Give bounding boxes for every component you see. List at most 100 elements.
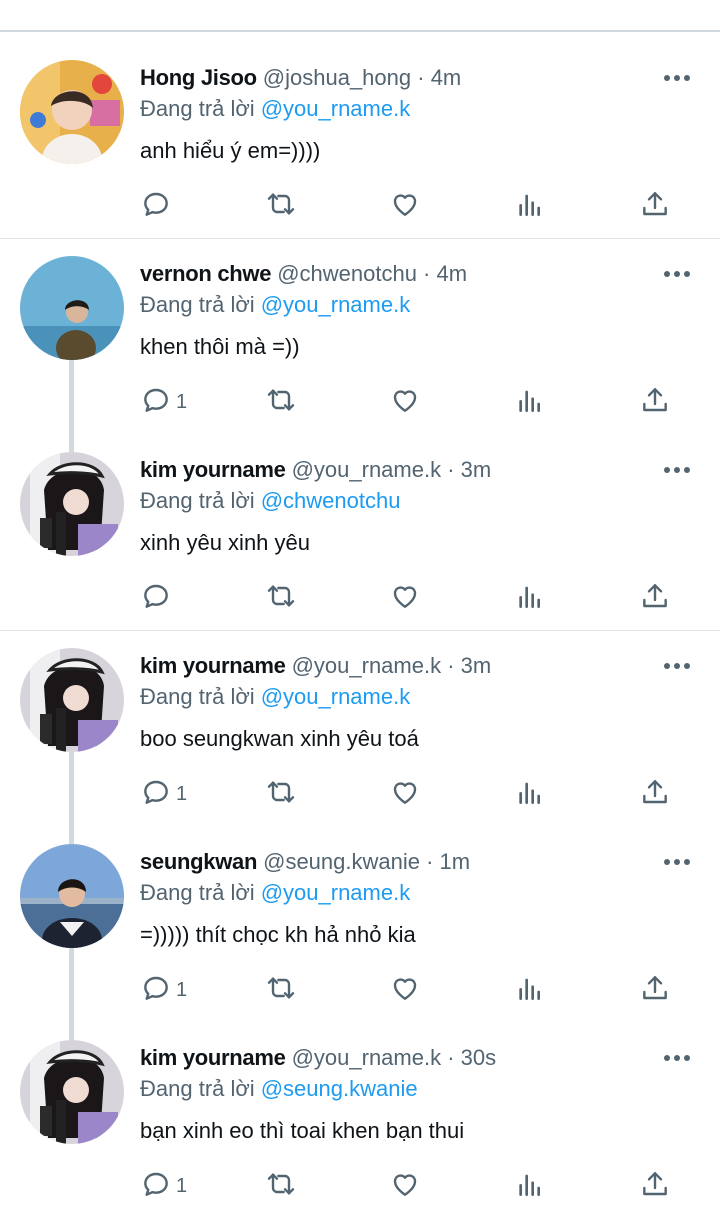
- like-button[interactable]: [389, 774, 421, 814]
- tweet-header: kim yourname @you_rname.k · 3m: [140, 455, 491, 485]
- tweet-divider: [0, 630, 720, 631]
- display-name[interactable]: kim yourname: [140, 653, 286, 678]
- user-handle[interactable]: @joshua_hong: [263, 65, 411, 90]
- mention-link[interactable]: @you_rname.k: [261, 292, 411, 317]
- separator-dot: ·: [411, 65, 431, 90]
- bar-chart-icon: [514, 384, 546, 421]
- share-button[interactable]: [639, 1166, 671, 1206]
- more-options-icon[interactable]: [664, 71, 692, 85]
- views-button[interactable]: [514, 970, 546, 1010]
- mention-link[interactable]: @you_rname.k: [261, 96, 411, 121]
- reply-icon: [140, 776, 172, 813]
- reply-count: 1: [176, 390, 188, 413]
- reply-button[interactable]: [140, 186, 176, 226]
- views-button[interactable]: [514, 578, 546, 618]
- like-button[interactable]: [389, 186, 421, 226]
- tweet-actions: 1: [0, 382, 720, 422]
- share-button[interactable]: [639, 382, 671, 422]
- tweet-text: anh hiểu ý em=)))): [140, 138, 321, 163]
- share-button[interactable]: [639, 774, 671, 814]
- retweet-icon: [265, 188, 297, 225]
- mention-link[interactable]: @seung.kwanie: [261, 1076, 418, 1101]
- reply-icon: [140, 384, 172, 421]
- tweet-actions: 1: [0, 970, 720, 1010]
- timestamp[interactable]: 4m: [437, 261, 468, 286]
- reply-button[interactable]: [140, 578, 176, 618]
- replying-to-label: Đang trả lời: [140, 684, 255, 709]
- bar-chart-icon: [514, 580, 546, 617]
- more-options-icon[interactable]: [664, 463, 692, 477]
- views-button[interactable]: [514, 1166, 546, 1206]
- retweet-button[interactable]: [265, 578, 297, 618]
- timestamp[interactable]: 3m: [461, 653, 492, 678]
- reply-button[interactable]: 1: [140, 382, 187, 422]
- heart-icon: [389, 1168, 421, 1205]
- user-handle[interactable]: @seung.kwanie: [263, 849, 420, 874]
- tweet-actions: 1: [0, 774, 720, 814]
- views-button[interactable]: [514, 382, 546, 422]
- tweet-header: kim yourname @you_rname.k · 30s: [140, 1043, 496, 1073]
- more-options-icon[interactable]: [664, 659, 692, 673]
- separator-dot: ·: [441, 653, 461, 678]
- reply-button[interactable]: 1: [140, 774, 187, 814]
- views-button[interactable]: [514, 186, 546, 226]
- tweet-text: bạn xinh eo thì toai khen bạn thui: [140, 1118, 465, 1143]
- replying-to-label: Đang trả lời: [140, 292, 255, 317]
- replying-to: Đang trả lời @you_rname.k: [140, 682, 410, 712]
- reply-button[interactable]: 1: [140, 970, 187, 1010]
- like-button[interactable]: [389, 382, 421, 422]
- user-handle[interactable]: @you_rname.k: [292, 653, 442, 678]
- avatar[interactable]: [20, 452, 124, 556]
- share-button[interactable]: [639, 970, 671, 1010]
- retweet-button[interactable]: [265, 186, 297, 226]
- share-icon: [639, 188, 671, 225]
- more-options-icon[interactable]: [664, 855, 692, 869]
- retweet-icon: [265, 776, 297, 813]
- mention-link[interactable]: @chwenotchu: [261, 488, 401, 513]
- display-name[interactable]: kim yourname: [140, 457, 286, 482]
- display-name[interactable]: vernon chwe: [140, 261, 271, 286]
- like-button[interactable]: [389, 970, 421, 1010]
- heart-icon: [389, 580, 421, 617]
- views-button[interactable]: [514, 774, 546, 814]
- retweet-button[interactable]: [265, 1166, 297, 1206]
- share-icon: [639, 384, 671, 421]
- separator-dot: ·: [441, 457, 461, 482]
- display-name[interactable]: kim yourname: [140, 1045, 286, 1070]
- share-icon: [639, 1168, 671, 1205]
- timestamp[interactable]: 3m: [461, 457, 492, 482]
- like-button[interactable]: [389, 1166, 421, 1206]
- user-handle[interactable]: @chwenotchu: [277, 261, 417, 286]
- share-button[interactable]: [639, 578, 671, 618]
- like-button[interactable]: [389, 578, 421, 618]
- user-handle[interactable]: @you_rname.k: [292, 1045, 442, 1070]
- tweet-divider: [0, 238, 720, 239]
- replying-to-label: Đang trả lời: [140, 488, 255, 513]
- mention-link[interactable]: @you_rname.k: [261, 880, 411, 905]
- user-handle[interactable]: @you_rname.k: [292, 457, 442, 482]
- avatar[interactable]: [20, 1040, 124, 1144]
- share-button[interactable]: [639, 186, 671, 226]
- more-options-icon[interactable]: [664, 267, 692, 281]
- avatar[interactable]: [20, 844, 124, 948]
- tweet-text: khen thôi mà =)): [140, 334, 300, 359]
- reply-button[interactable]: 1: [140, 1166, 187, 1206]
- avatar[interactable]: [20, 60, 124, 164]
- timestamp[interactable]: 30s: [461, 1045, 496, 1070]
- retweet-button[interactable]: [265, 382, 297, 422]
- retweet-button[interactable]: [265, 970, 297, 1010]
- timestamp[interactable]: 1m: [440, 849, 471, 874]
- tweet-text: =))))) thít chọc kh hả nhỏ kia: [140, 922, 416, 947]
- more-options-icon[interactable]: [664, 1051, 692, 1065]
- bar-chart-icon: [514, 776, 546, 813]
- display-name[interactable]: seungkwan: [140, 849, 257, 874]
- retweet-button[interactable]: [265, 774, 297, 814]
- mention-link[interactable]: @you_rname.k: [261, 684, 411, 709]
- avatar[interactable]: [20, 648, 124, 752]
- replying-to-label: Đang trả lời: [140, 1076, 255, 1101]
- avatar[interactable]: [20, 256, 124, 360]
- tweet-header: Hong Jisoo @joshua_hong · 4m: [140, 63, 461, 93]
- display-name[interactable]: Hong Jisoo: [140, 65, 257, 90]
- share-icon: [639, 580, 671, 617]
- timestamp[interactable]: 4m: [431, 65, 462, 90]
